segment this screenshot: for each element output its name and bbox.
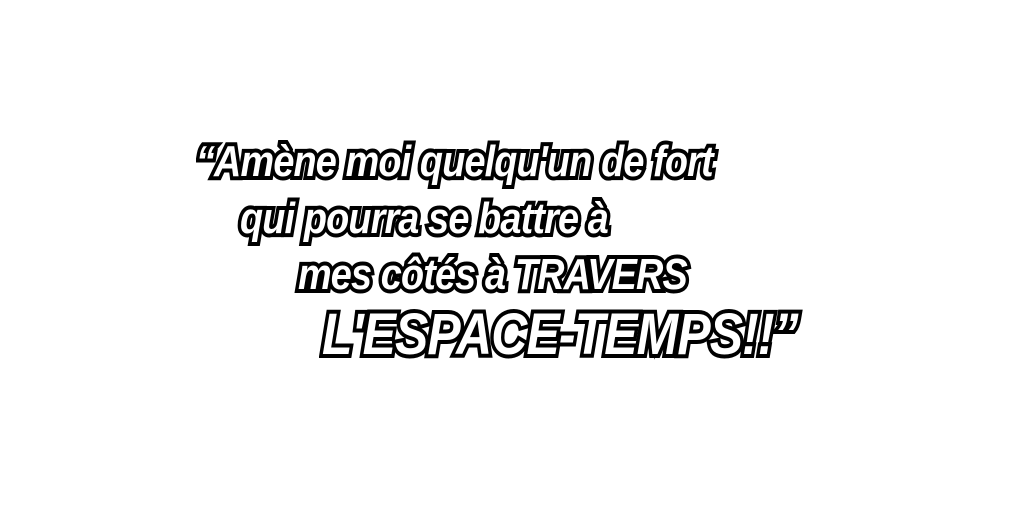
quote-line-2: qui pourra se battre à — [237, 193, 613, 245]
quote-block: “Amène moi quelqu'un de fort qui pourra … — [0, 0, 1024, 512]
quote-line-3: mes côtés à TRAVERS — [295, 249, 692, 301]
quote-line-4: L'ESPACE-TEMPS!!” — [319, 302, 802, 368]
quote-line-1: “Amène moi quelqu'un de fort — [193, 136, 718, 188]
